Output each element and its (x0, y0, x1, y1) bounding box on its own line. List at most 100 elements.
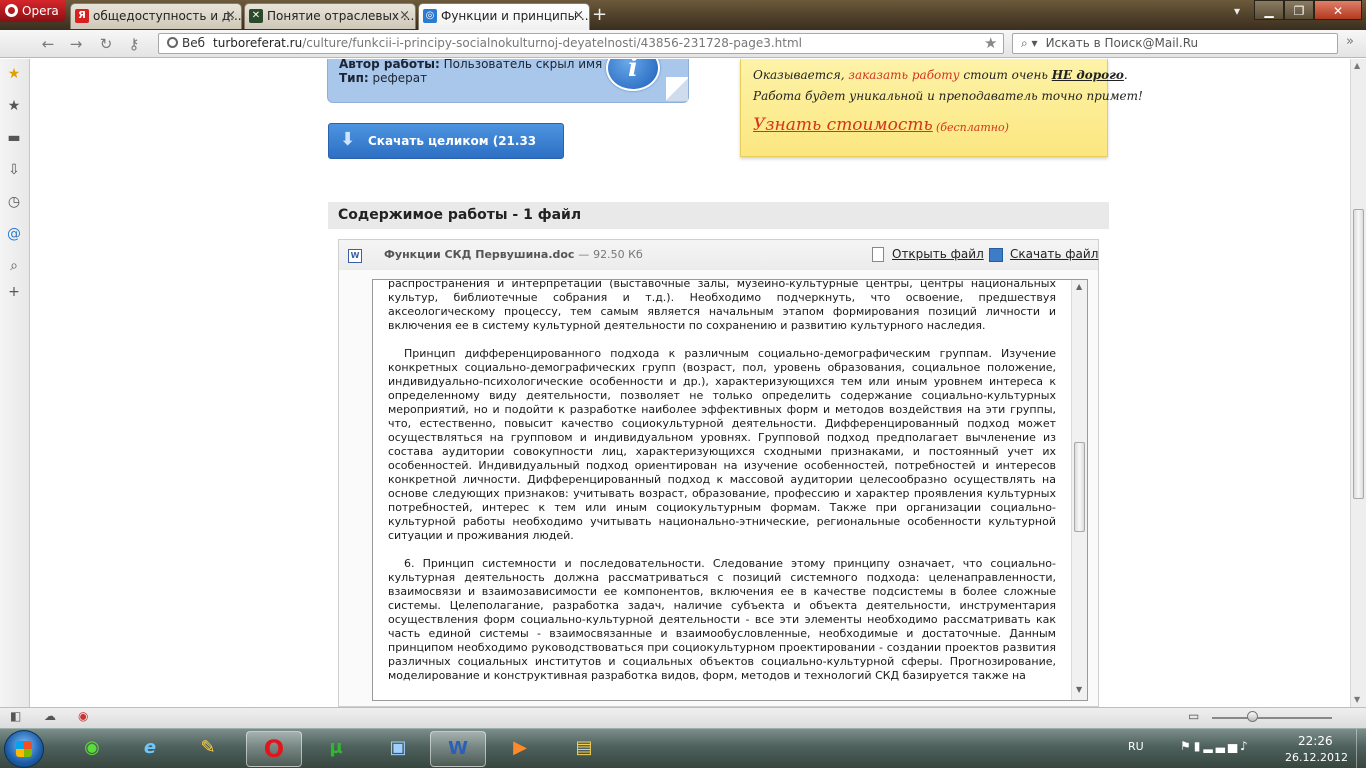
author-line: Автор работы: Пользователь скрыл имя (339, 59, 602, 71)
author-value: Пользователь скрыл имя (443, 59, 603, 71)
learn-price-link[interactable]: Узнать стоимость (753, 115, 933, 135)
document-scroll-thumb[interactable] (1074, 442, 1085, 532)
type-label: Тип: (339, 71, 369, 85)
promo-text: . (1123, 68, 1128, 82)
file-separator: — (578, 248, 590, 261)
speed-dial-star-icon[interactable]: ★ (4, 64, 24, 84)
minimize-window-button[interactable]: ▁ (1254, 0, 1284, 20)
search-input[interactable]: ⌕ ▾ Искать в Поиск@Mail.Ru (1012, 33, 1338, 54)
mail-icon[interactable]: @ (4, 224, 24, 244)
promo-text: Оказывается, (753, 68, 845, 82)
scroll-up-icon[interactable]: ▲ (1076, 282, 1082, 291)
word-taskbar-icon[interactable]: W (430, 731, 486, 767)
picture-viewer-icon[interactable]: ▣ (370, 731, 426, 767)
zoom-slider-handle[interactable] (1247, 711, 1258, 722)
opera-taskbar-icon[interactable]: O (246, 731, 302, 767)
close-icon[interactable]: × (573, 4, 584, 28)
file-name-text: Функции СКД Первушина.doc (384, 248, 575, 261)
internet-explorer-icon[interactable]: e (122, 731, 178, 767)
clock-date[interactable]: 26.12.2012 (1285, 751, 1348, 764)
order-work-link[interactable]: заказать работу (848, 68, 959, 82)
opera-menu-button[interactable]: Opera (0, 0, 66, 22)
opera-turbo-icon[interactable]: ◉ (78, 709, 88, 723)
maximize-window-button[interactable]: ❐ (1284, 0, 1314, 20)
tab-otraslevyh[interactable]: ✕ Понятие отраслевых ... × (244, 3, 416, 29)
bookmarks-icon[interactable]: ★ (4, 96, 24, 116)
language-indicator[interactable]: RU (1128, 740, 1144, 753)
key-icon[interactable]: ⚷ (124, 34, 144, 54)
document-text: распространения и интерпретации (выставо… (388, 280, 1056, 697)
file-size: 92.50 Кб (593, 248, 643, 261)
download-all-label: Скачать целиком (21.33 Кб) (368, 134, 537, 182)
web-globe-label: Веб (167, 36, 205, 50)
tab-title: общедоступность и д... (93, 9, 242, 23)
open-file-link[interactable]: Открыть файл (872, 247, 984, 262)
contents-heading: Содержимое работы - 1 файл (328, 202, 1109, 229)
show-desktop-button[interactable] (1356, 729, 1366, 768)
scroll-down-icon[interactable]: ▼ (1076, 685, 1082, 694)
forward-arrow-icon[interactable]: → (66, 34, 86, 54)
back-arrow-icon[interactable]: ← (38, 34, 58, 54)
download-file-label: Скачать файл (1010, 247, 1099, 261)
globe-icon (167, 37, 178, 48)
yandex-favicon-icon: Я (75, 9, 89, 23)
word-document-icon: W (348, 249, 362, 263)
search-placeholder: Искать в Поиск@Mail.Ru (1045, 36, 1199, 50)
tab-list-icon[interactable]: ▾ (1234, 4, 1240, 18)
wizard-app-icon[interactable]: ✎ (180, 731, 236, 767)
add-panel-icon[interactable]: + (4, 282, 24, 302)
panel-toggle-icon[interactable]: ◧ (10, 709, 21, 723)
close-icon[interactable]: × (399, 4, 410, 28)
close-icon[interactable]: × (225, 4, 236, 28)
floppy-disk-icon (989, 248, 1003, 262)
promo-text: стоит очень (963, 68, 1048, 82)
page-viewport: Автор работы: Пользователь скрыл имя Тип… (30, 59, 1350, 707)
notes-icon[interactable]: ▬ (4, 128, 24, 148)
opera-sidebar (0, 59, 30, 707)
doc-paragraph: 6. Принцип системности и последовательно… (388, 557, 1056, 682)
page-scroll-thumb[interactable] (1353, 209, 1364, 499)
open-file-label: Открыть файл (892, 247, 984, 261)
reload-icon[interactable]: ↻ (96, 34, 116, 54)
url-path: /culture/funkcii-i-principy-socialnokult… (302, 36, 803, 50)
opera-unite-cloud-icon[interactable]: ☁ (44, 709, 56, 723)
page-scrollbar[interactable]: ▲ ▼ (1350, 59, 1366, 707)
site-favicon-icon: ✕ (249, 9, 263, 23)
view-icon[interactable]: ▭ (1188, 709, 1199, 723)
scroll-up-icon[interactable]: ▲ (1354, 61, 1360, 70)
type-value: реферат (372, 71, 428, 85)
history-icon[interactable]: ◷ (4, 192, 24, 212)
utorrent-icon[interactable]: µ (308, 731, 364, 767)
network-app-icon[interactable]: ◉ (64, 731, 120, 767)
download-file-link[interactable]: Скачать файл (989, 247, 1099, 262)
system-tray-icons[interactable]: ⚑▮▂▃▅♪ (1180, 739, 1251, 753)
document-scrollbar[interactable]: ▲ ▼ (1071, 280, 1087, 700)
document-icon (872, 247, 884, 262)
type-line: Тип: реферат (339, 71, 427, 85)
bookmark-star-icon[interactable]: ★ (984, 33, 997, 53)
downloads-icon[interactable]: ⇩ (4, 160, 24, 180)
new-tab-button[interactable]: + (592, 4, 607, 26)
zoom-slider-track[interactable] (1212, 717, 1332, 719)
turboreferat-favicon-icon: ◎ (423, 9, 437, 23)
promo-line-1: Оказывается, заказать работу стоит очень… (753, 68, 1128, 82)
close-window-button[interactable]: ✕ (1314, 0, 1362, 20)
file-name: Функции СКД Первушина.doc — 92.50 Кб (384, 248, 643, 261)
more-arrow-icon[interactable]: » (1346, 34, 1354, 49)
scroll-down-icon[interactable]: ▼ (1354, 695, 1360, 704)
tab-yandex[interactable]: Я общедоступность и д... × (70, 3, 242, 29)
search-icon: ⌕ ▾ (1021, 36, 1038, 50)
search-sidebar-icon[interactable]: ⌕ (4, 256, 24, 276)
clock-time[interactable]: 22:26 (1298, 734, 1333, 748)
media-player-icon[interactable]: ▶ (492, 731, 548, 767)
tab-title: Понятие отраслевых ... (267, 9, 415, 23)
tab-title: Функции и принципы ... (441, 9, 590, 23)
tab-funkcii[interactable]: ◎ Функции и принципы ... × (418, 3, 590, 30)
download-all-button[interactable]: ⬇ Скачать целиком (21.33 Кб) (328, 123, 564, 182)
explorer-folder-icon[interactable]: ▤ (556, 731, 612, 767)
promo-line-2: Работа будет уникальной и преподаватель … (753, 89, 1143, 103)
address-bar[interactable]: Веб turboreferat.ru/culture/funkcii-i-pri… (158, 33, 1004, 54)
promo-bold-text: НЕ дорого (1051, 68, 1124, 82)
start-button[interactable] (4, 730, 44, 768)
document-text-frame[interactable]: распространения и интерпретации (выставо… (372, 279, 1088, 701)
